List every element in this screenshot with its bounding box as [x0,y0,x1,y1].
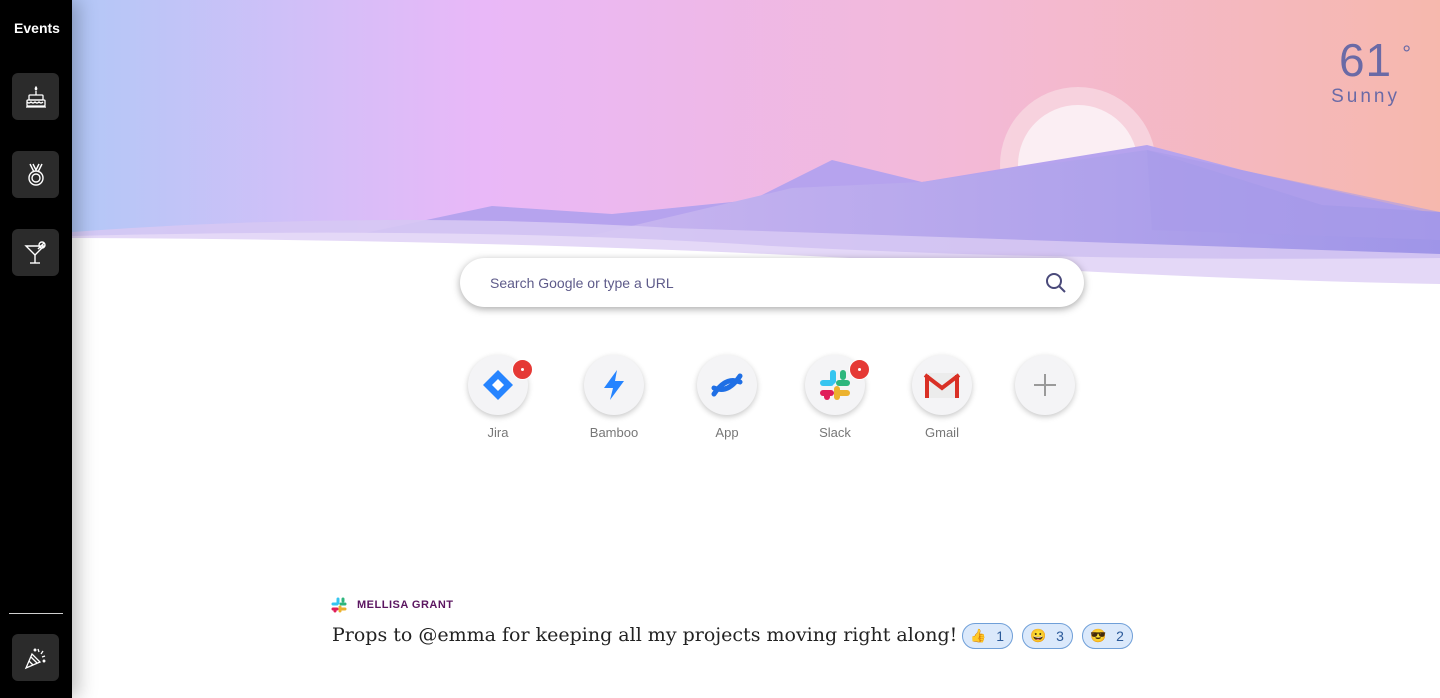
sidebar-item-birthday[interactable] [12,73,59,120]
sunglasses-face-icon: 😎 [1089,628,1107,643]
search-bar [460,258,1084,307]
search-icon[interactable] [1044,271,1068,295]
reactions: 👍 1 😀 3 😎 2 [962,623,1133,649]
message-text: Props to @emma for keeping all my projec… [332,624,958,646]
reaction-count: 1 [996,628,1004,644]
gmail-icon [923,373,961,398]
slack-icon [331,597,347,613]
grinning-face-icon: 😀 [1029,628,1047,643]
confluence-icon [711,373,743,397]
add-icon [1034,374,1056,396]
message-sender: MELLISA GRANT [357,599,454,611]
shortcut-label: Jira [487,425,509,440]
medal-icon [27,163,44,186]
reaction-thumbs-up[interactable]: 👍 1 [962,623,1013,649]
shortcut-gmail[interactable]: Gmail [897,355,987,440]
shortcut-jira-button[interactable] [468,355,533,415]
weather-widget: 61 ° Sunny [1331,34,1411,108]
thumbs-up-icon: 👍 [970,628,987,643]
reaction-count: 3 [1056,628,1064,644]
shortcut-label: Slack [819,425,851,440]
jira-icon [483,370,513,400]
sidebar-item-celebrate[interactable] [12,634,59,681]
notification-badge [849,359,870,380]
shortcut-label: Bamboo [589,425,639,440]
birthday-cake-icon [25,85,46,108]
party-popper-icon [24,648,45,669]
shortcut-app[interactable]: App [682,355,772,440]
message-header: MELLISA GRANT [330,596,454,614]
reaction-grin[interactable]: 😀 3 [1021,623,1073,649]
sidebar-item-cocktail[interactable] [12,229,59,276]
landscape-illustration [72,0,1440,300]
shortcut-label: Gmail [925,425,959,440]
shortcut-bamboo-button[interactable] [584,355,644,415]
degree-symbol: ° [1402,41,1412,66]
search-input[interactable] [488,273,1012,292]
reaction-count: 2 [1116,628,1124,644]
sidebar-divider [9,613,63,614]
hero-banner [72,0,1440,300]
shortcut-gmail-button[interactable] [912,355,972,415]
temperature-value: 61 [1338,34,1393,86]
cocktail-icon [23,240,46,264]
shortcut-bamboo[interactable]: Bamboo [569,355,659,440]
shortcut-add[interactable] [1000,355,1090,425]
weather-condition: Sunny [1331,86,1400,107]
sidebar-title: Events [14,20,60,36]
sidebar-item-medal[interactable] [12,151,59,198]
temperature: 61 ° [1331,34,1411,86]
shortcut-app-button[interactable] [697,355,757,415]
slack-icon [820,370,850,400]
shortcut-label: App [715,425,739,440]
shortcut-slack[interactable]: Slack [790,355,880,440]
reaction-sunglasses[interactable]: 😎 2 [1081,623,1133,649]
shortcut-jira[interactable]: Jira [453,355,543,440]
bamboo-icon [604,370,624,400]
add-shortcut-button[interactable] [1015,355,1075,415]
notification-badge [512,359,533,380]
sidebar: Events [0,0,72,698]
shortcut-slack-button[interactable] [805,355,870,415]
